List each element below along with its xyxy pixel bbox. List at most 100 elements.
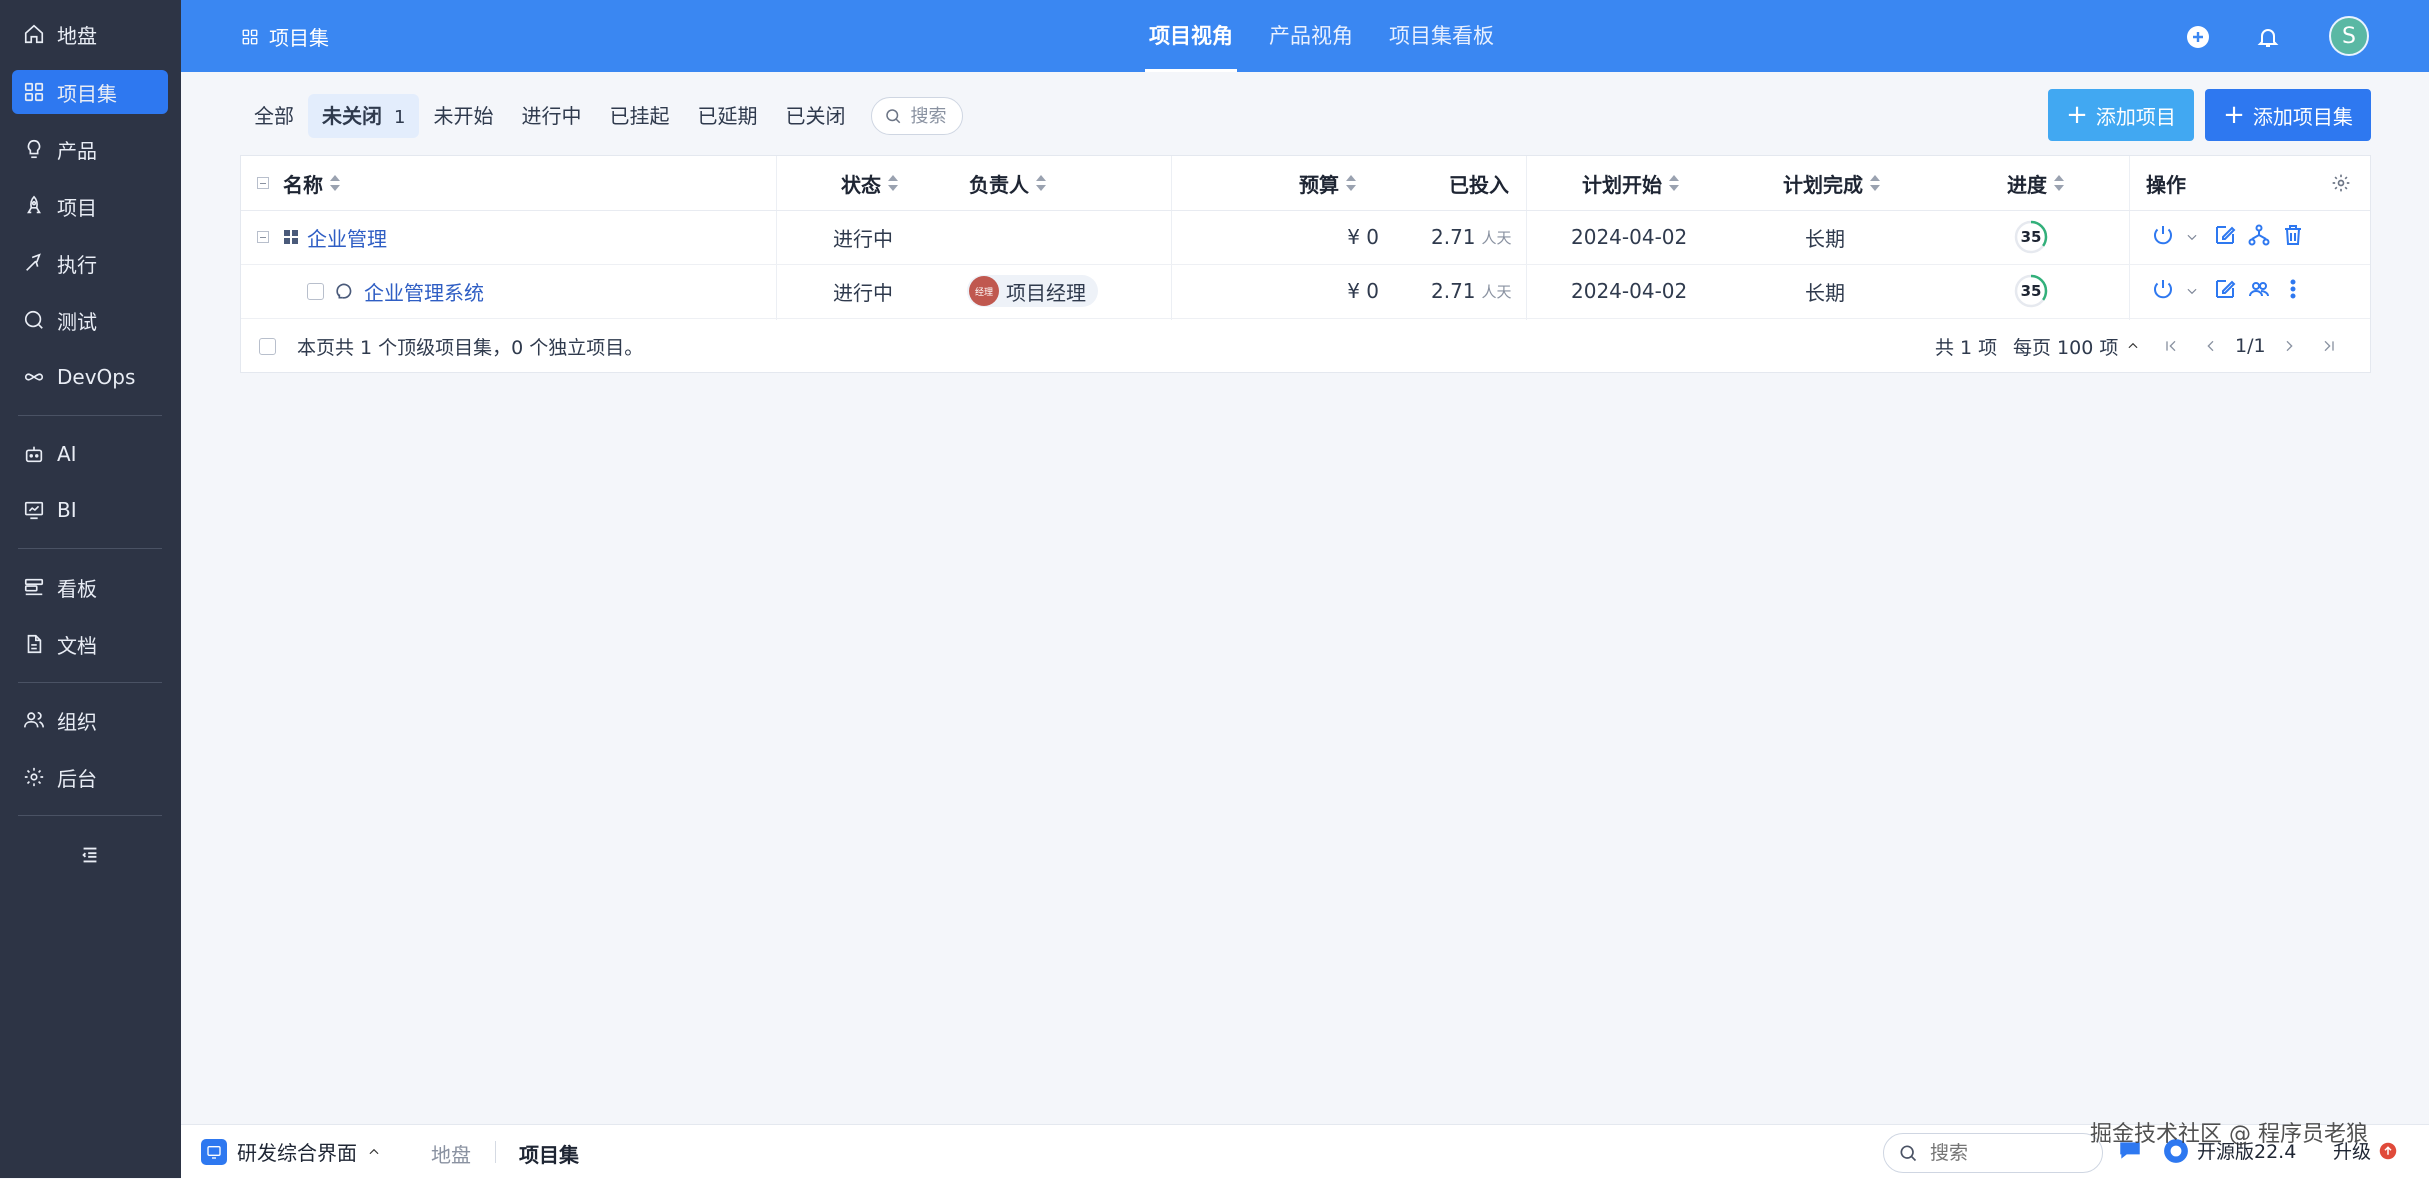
program-name-link[interactable]: 企业管理 <box>307 223 387 252</box>
app-switcher[interactable]: 研发综合界面 <box>201 1137 381 1166</box>
header-label: 计划完成 <box>1783 172 1863 197</box>
filter-tabs: 全部 未关闭 1 未开始 进行中 已挂起 已延期 已关闭 <box>240 94 964 138</box>
prev-page-icon[interactable] <box>2203 320 2219 372</box>
select-all-checkbox[interactable] <box>259 320 276 372</box>
column-settings-icon[interactable] <box>2331 156 2351 210</box>
sidebar-item-label: 产品 <box>57 138 97 163</box>
start-power-icon[interactable] <box>2151 277 2185 306</box>
sort-icon <box>1870 174 1880 192</box>
owner-name: 项目经理 <box>1006 280 1086 305</box>
top-bar: 项目集 项目视角 产品视角 项目集看板 S <box>181 0 2429 72</box>
next-page-icon[interactable] <box>2281 320 2297 372</box>
add-project-label: 添加项目 <box>2095 104 2176 129</box>
filter-suspended[interactable]: 已挂起 <box>595 94 683 138</box>
filter-all[interactable]: 全部 <box>240 94 308 138</box>
sort-icon <box>1036 174 1046 192</box>
row-checkbox[interactable] <box>307 282 324 300</box>
sidebar-item-test[interactable]: 测试 <box>12 298 168 342</box>
edit-icon[interactable] <box>2213 277 2247 306</box>
header-name[interactable]: 名称 <box>257 156 340 210</box>
search-circle-icon <box>22 308 46 332</box>
filter-label: 未关闭 <box>322 104 382 128</box>
header-label: 已投入 <box>1449 172 1509 197</box>
header-status[interactable]: 状态 <box>841 156 898 210</box>
sidebar-item-admin[interactable]: 后台 <box>12 755 168 799</box>
header-owner[interactable]: 负责人 <box>969 156 1046 210</box>
bottom-crumb-program[interactable]: 项目集 <box>519 1139 579 1168</box>
chevron-down-icon[interactable] <box>2185 279 2213 303</box>
search-input[interactable] <box>908 104 963 128</box>
start-power-icon[interactable] <box>2151 223 2185 252</box>
delete-trash-icon[interactable] <box>2281 223 2315 252</box>
collapse-sidebar-icon[interactable] <box>72 840 108 870</box>
filter-label: 已关闭 <box>785 104 846 128</box>
hierarchy-icon[interactable] <box>2247 223 2281 252</box>
sidebar-item-project[interactable]: 项目 <box>12 184 168 228</box>
user-avatar[interactable]: S <box>2329 16 2369 56</box>
plan-end-value: 长期 <box>1805 226 1845 251</box>
filter-closed[interactable]: 已关闭 <box>771 94 859 138</box>
app-icon <box>201 1138 227 1165</box>
sidebar-item-kanban[interactable]: 看板 <box>12 565 168 609</box>
sidebar-item-program[interactable]: 项目集 <box>12 70 168 114</box>
collapse-all-icon[interactable] <box>257 177 269 189</box>
invested-value: 2.71 <box>1431 225 1476 249</box>
global-search-input[interactable] <box>1928 1141 2082 1165</box>
filter-search[interactable] <box>871 97 964 135</box>
kanban-icon <box>22 575 46 599</box>
progress-value: 35 <box>2020 228 2042 246</box>
table-footer: 本页共 1 个顶级项目集，0 个独立项目。 共 1 项 每页 100 项 1/1 <box>241 320 2370 372</box>
pager-per-page[interactable]: 每页 100 项 <box>2013 320 2140 372</box>
sidebar-item-label: 看板 <box>57 576 97 601</box>
bottom-crumb-dashboard[interactable]: 地盘 <box>431 1139 471 1168</box>
app-name: 研发综合界面 <box>237 1141 357 1165</box>
filter-unclosed[interactable]: 未关闭 1 <box>308 94 420 138</box>
chevron-down-icon[interactable] <box>2185 225 2213 249</box>
invested-cell: 2.71 人天 <box>1431 210 1512 264</box>
section-title: 项目集 <box>241 22 329 51</box>
team-members-icon[interactable] <box>2247 277 2281 306</box>
add-project-button[interactable]: + 添加项目 <box>2048 89 2194 141</box>
invested-unit: 人天 <box>1481 228 1512 247</box>
sidebar-item-bi[interactable]: BI <box>12 488 168 532</box>
tab-program-kanban[interactable]: 项目集看板 <box>1371 0 1512 72</box>
pager-total: 共 1 项 <box>1935 336 1998 359</box>
filter-label: 已挂起 <box>609 104 670 128</box>
plan-start-value: 2024-04-02 <box>1571 279 1688 303</box>
create-plus-icon[interactable] <box>2179 18 2217 56</box>
sidebar-item-org[interactable]: 组织 <box>12 698 168 742</box>
tab-project-view[interactable]: 项目视角 <box>1131 0 1251 72</box>
first-page-icon[interactable] <box>2163 320 2179 372</box>
more-vertical-icon[interactable] <box>2281 277 2315 306</box>
status-badge: 进行中 <box>833 226 893 251</box>
sidebar-item-devops[interactable]: DevOps <box>12 355 168 399</box>
last-page-icon[interactable] <box>2321 320 2337 372</box>
plan-end-value: 长期 <box>1805 280 1845 305</box>
watermark-text: 掘金技术社区 @ 程序员老狼 <box>2090 1122 2368 1147</box>
sidebar-item-ai[interactable]: AI <box>12 432 168 476</box>
header-progress[interactable]: 进度 <box>2007 156 2064 210</box>
header-plan-start[interactable]: 计划开始 <box>1582 156 1679 210</box>
filter-not-started[interactable]: 未开始 <box>419 94 507 138</box>
header-label: 名称 <box>283 172 323 197</box>
sidebar-item-execution[interactable]: 执行 <box>12 241 168 285</box>
sidebar-item-docs[interactable]: 文档 <box>12 622 168 666</box>
project-name-link[interactable]: 企业管理系统 <box>364 277 484 306</box>
sidebar-item-dashboard[interactable]: 地盘 <box>12 12 168 56</box>
global-search[interactable] <box>1883 1133 2103 1173</box>
sort-icon <box>1669 174 1679 192</box>
notification-bell-icon[interactable] <box>2249 18 2287 56</box>
owner-badge[interactable]: 经理 项目经理 <box>967 275 1098 307</box>
avatar: 经理 <box>969 276 999 306</box>
filter-delayed[interactable]: 已延期 <box>683 94 771 138</box>
header-label: 计划开始 <box>1582 172 1662 197</box>
header-budget[interactable]: 预算 <box>1299 156 1356 210</box>
header-plan-end[interactable]: 计划完成 <box>1783 156 1880 210</box>
filter-in-progress[interactable]: 进行中 <box>507 94 595 138</box>
collapse-row-icon[interactable] <box>257 231 269 243</box>
add-program-button[interactable]: + 添加项目集 <box>2205 89 2371 141</box>
edit-icon[interactable] <box>2213 223 2247 252</box>
sidebar-divider <box>18 682 162 683</box>
tab-product-view[interactable]: 产品视角 <box>1251 0 1371 72</box>
sidebar-item-product[interactable]: 产品 <box>12 127 168 171</box>
